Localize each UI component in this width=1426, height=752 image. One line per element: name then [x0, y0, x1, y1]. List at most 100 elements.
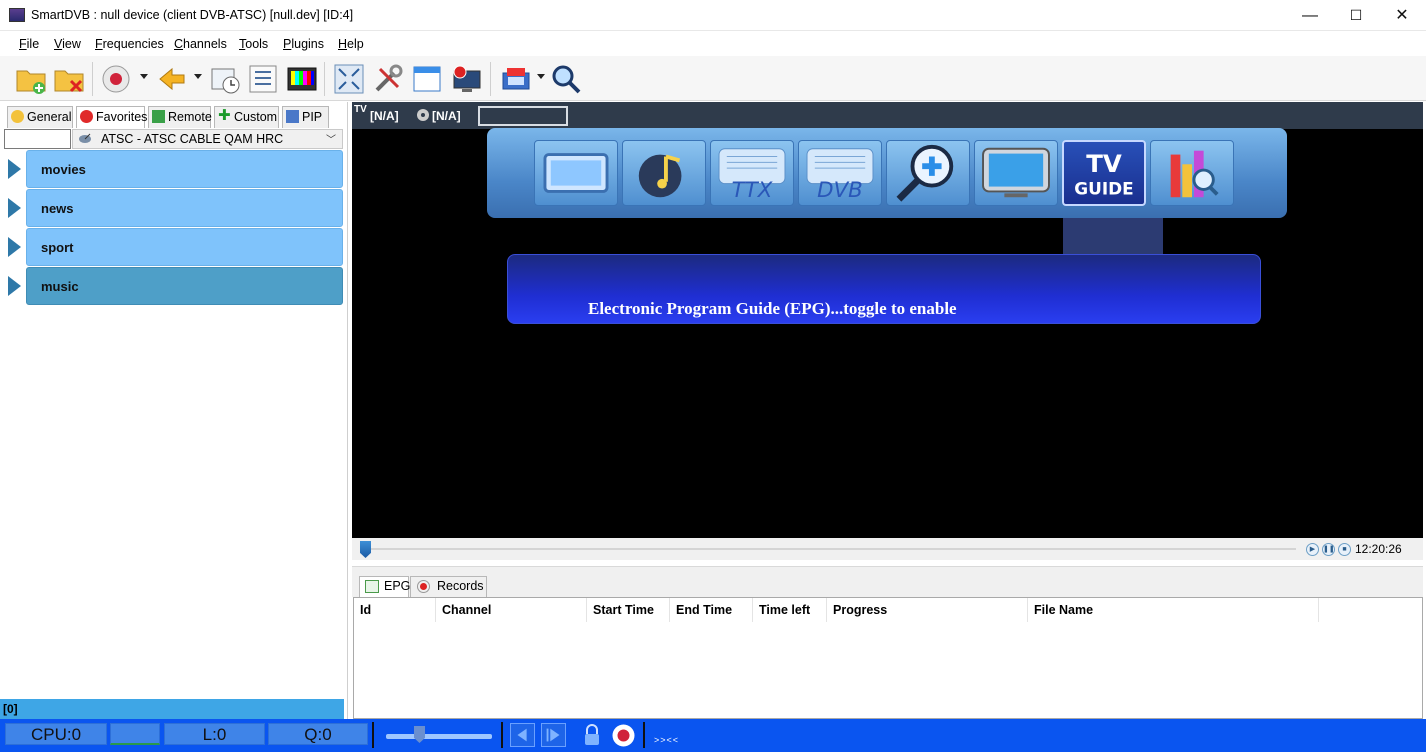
col-start-time[interactable]: Start Time: [587, 598, 670, 622]
volume-thumb[interactable]: [414, 726, 425, 743]
channel-name-field: [478, 106, 568, 126]
ttx-icon[interactable]: TTX: [710, 140, 794, 206]
tab-favorites[interactable]: Favorites: [76, 106, 147, 128]
list-icon[interactable]: [247, 63, 279, 95]
fullscreen-icon[interactable]: [333, 63, 365, 95]
channel-panel: General Favorites Remote ✚ Custom PIP AT…: [0, 102, 348, 719]
col-time-left[interactable]: Time left: [753, 598, 827, 622]
monitor-record-icon[interactable]: [450, 63, 482, 95]
signal-header: TV [N/A] [N/A]: [352, 102, 1423, 129]
tab-records-label: Records: [437, 579, 484, 593]
stats-icon[interactable]: [1150, 140, 1234, 206]
tab-epg[interactable]: EPG: [359, 576, 411, 597]
col-progress[interactable]: Progress: [827, 598, 1028, 622]
category-label: movies: [41, 162, 86, 177]
record-button-icon[interactable]: [611, 723, 636, 748]
lock-icon[interactable]: [583, 724, 601, 746]
ttx-text: TTX: [732, 178, 773, 203]
zoom-icon[interactable]: [886, 140, 970, 206]
export-icon[interactable]: [500, 63, 532, 95]
satellite-icon: [79, 133, 91, 143]
category-movies[interactable]: movies: [0, 150, 343, 188]
menu-file[interactable]: File: [19, 37, 39, 51]
expand-arrow-icon: [8, 159, 21, 179]
back-arrow-icon[interactable]: [156, 63, 188, 95]
menu-help[interactable]: Help: [338, 37, 364, 51]
music-icon[interactable]: [622, 140, 706, 206]
toolbar: [0, 56, 1426, 101]
epg-panel[interactable]: Electronic Program Guide (EPG)...toggle …: [507, 254, 1261, 324]
search-icon[interactable]: [550, 63, 582, 95]
remote-icon: [152, 110, 165, 123]
tab-epg-label: EPG: [384, 579, 411, 593]
tab-records[interactable]: Records: [410, 576, 487, 597]
favorites-icon: [80, 110, 93, 123]
menu-frequencies[interactable]: Frequencies: [95, 37, 164, 51]
seek-bar-row: ▶ ❚❚ ■ 12:20:26: [352, 538, 1423, 560]
tab-custom[interactable]: ✚ Custom: [214, 106, 279, 128]
tab-general[interactable]: General: [7, 106, 73, 128]
menu-tools[interactable]: Tools: [239, 37, 268, 51]
seek-thumb[interactable]: [360, 541, 371, 558]
category-label: sport: [41, 240, 74, 255]
epg-message: Electronic Program Guide (EPG)...toggle …: [588, 299, 957, 318]
schedule-icon[interactable]: [209, 63, 241, 95]
volume-slider[interactable]: [386, 734, 492, 739]
plus-icon: ✚: [218, 107, 231, 124]
video-area[interactable]: TV [N/A] [N/A] TTX DVB TV GUIDE Electroni…: [352, 102, 1423, 538]
tab-remote[interactable]: Remote: [148, 106, 212, 128]
chevron-down-icon: ﹀: [326, 135, 336, 146]
maximize-button[interactable]: ☐: [1333, 0, 1379, 31]
menu-plugins[interactable]: Plugins: [283, 37, 324, 51]
seek-track[interactable]: [366, 548, 1296, 550]
status-bar: CPU:0 L:0 Q:0 >><<: [0, 719, 1426, 752]
expand-arrow-icon: [8, 237, 21, 257]
tv-label: TV: [354, 104, 367, 115]
delete-folder-icon[interactable]: [53, 63, 85, 95]
prev-channel-icon[interactable]: [510, 723, 535, 747]
epg-panel-tab: [1063, 218, 1163, 256]
category-music[interactable]: music: [0, 267, 343, 305]
col-channel[interactable]: Channel: [436, 598, 587, 622]
menu-view[interactable]: View: [54, 37, 81, 51]
signal-quality: [N/A]: [432, 109, 461, 123]
category-sport[interactable]: sport: [0, 228, 343, 266]
category-news[interactable]: news: [0, 189, 343, 227]
menu-channels[interactable]: Channels: [174, 37, 227, 51]
col-file-name[interactable]: File Name: [1028, 598, 1319, 622]
next-channel-icon[interactable]: [541, 723, 566, 747]
app-icon: [9, 8, 25, 22]
source-select[interactable]: ATSC - ATSC CABLE QAM HRC ﹀: [72, 129, 343, 149]
tab-pip[interactable]: PIP: [282, 106, 329, 128]
title-bar: SmartDVB : null device (client DVB-ATSC)…: [0, 0, 1426, 31]
open-folder-icon[interactable]: [15, 63, 47, 95]
tab-pip-label: PIP: [302, 110, 323, 124]
play-icon[interactable]: ▶: [1306, 543, 1319, 556]
close-button[interactable]: ✕: [1379, 0, 1425, 31]
status-ticker: >><<: [654, 735, 680, 745]
tab-custom-label: Custom: [234, 110, 278, 124]
epg-icon: [365, 580, 379, 593]
records-table: Id Channel Start Time End Time Time left…: [353, 597, 1423, 719]
col-end-time[interactable]: End Time: [670, 598, 753, 622]
category-label: music: [41, 279, 79, 294]
video-icon[interactable]: [534, 140, 618, 206]
record-icon[interactable]: [100, 63, 132, 95]
tab-general-label: General: [27, 110, 72, 124]
test-card-icon[interactable]: [286, 63, 318, 95]
category-label: news: [41, 201, 74, 216]
col-id[interactable]: Id: [354, 598, 436, 622]
stop-icon[interactable]: ■: [1338, 543, 1351, 556]
bottom-tabs: EPG Records: [352, 566, 1423, 597]
tv-guide-icon[interactable]: TVGUIDE: [1062, 140, 1146, 206]
minimize-button[interactable]: —: [1287, 0, 1333, 31]
tv-icon[interactable]: [974, 140, 1058, 206]
dvb-icon[interactable]: DVB: [798, 140, 882, 206]
signal-indicator: [110, 723, 160, 745]
window-icon[interactable]: [411, 63, 443, 95]
pause-icon[interactable]: ❚❚: [1322, 543, 1335, 556]
source-filter-input[interactable]: [4, 129, 71, 149]
guide-word-text: GUIDE: [1074, 179, 1133, 199]
playback-time: 12:20:26: [1355, 542, 1402, 556]
tools-icon[interactable]: [372, 63, 404, 95]
